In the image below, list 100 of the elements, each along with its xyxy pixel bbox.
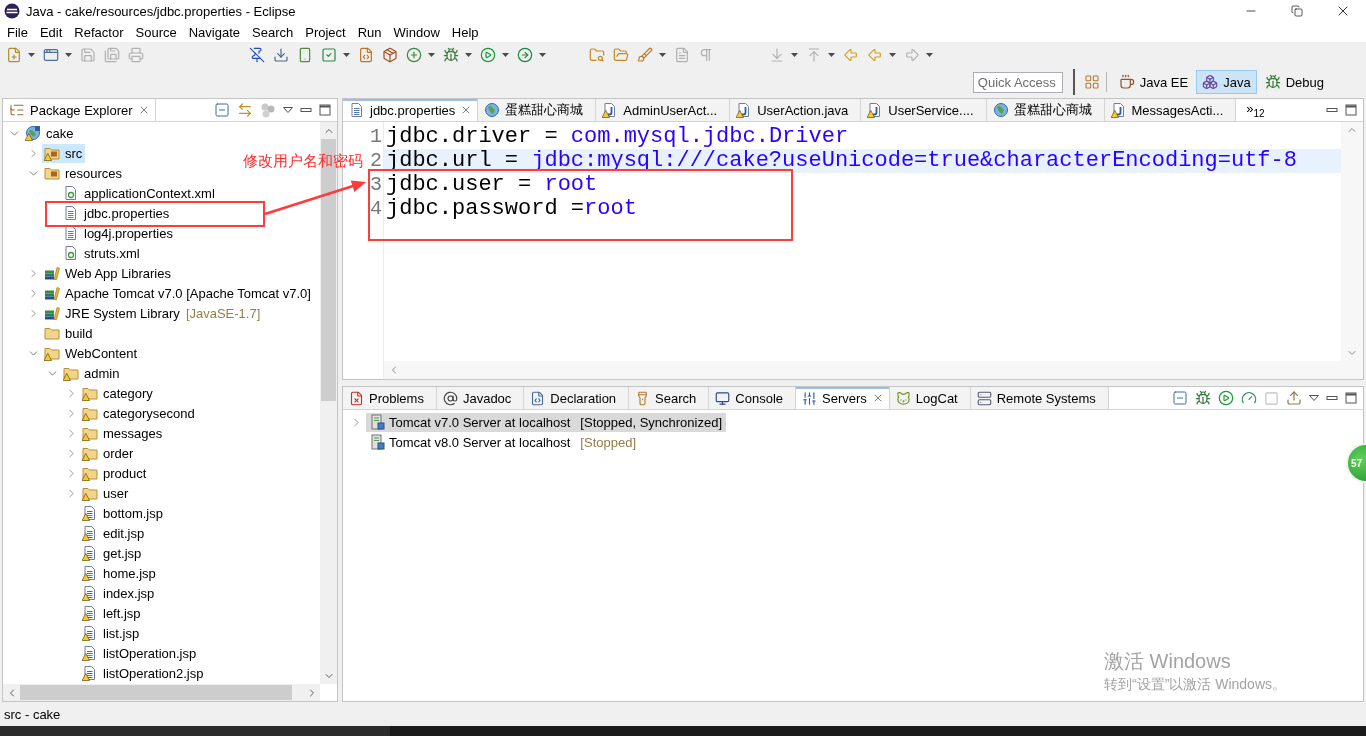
tree-item[interactable]: jdbc.properties — [61, 203, 173, 223]
caret-icon[interactable] — [465, 53, 472, 57]
tree-item[interactable]: src — [42, 143, 86, 163]
vertical-scrollbar[interactable] — [1341, 122, 1363, 361]
tree-item[interactable]: messages — [80, 423, 166, 443]
circles-icon[interactable] — [260, 102, 276, 118]
view-tab[interactable]: Declaration — [524, 387, 630, 409]
tree-item[interactable]: resources — [42, 163, 126, 183]
view-tab[interactable]: Console — [709, 387, 796, 409]
arrow-left-icon — [867, 47, 883, 63]
view-tab[interactable]: Search — [629, 387, 710, 409]
maximize-icon[interactable] — [1345, 392, 1357, 404]
upload-icon[interactable] — [1286, 390, 1302, 406]
tree-item[interactable]: edit.jsp — [80, 523, 148, 543]
menu-item[interactable]: Window — [387, 22, 446, 42]
bug-icon[interactable] — [1195, 390, 1211, 406]
tree-item[interactable]: Web App Libraries — [42, 263, 174, 283]
tree-item[interactable]: bottom.jsp — [80, 503, 166, 523]
perspective-button[interactable]: Debug — [1258, 70, 1330, 94]
editor-tab[interactable]: jdbc.properties — [343, 99, 479, 121]
caret-icon[interactable] — [659, 53, 666, 57]
view-tab[interactable]: Problems — [343, 387, 437, 409]
editor-tab[interactable]: 蛋糕甜心商城 — [478, 99, 597, 121]
cat-icon — [895, 390, 911, 406]
collapse-all-icon[interactable] — [214, 102, 230, 118]
maximize-icon[interactable] — [319, 104, 331, 116]
view-menu-icon[interactable] — [1309, 395, 1319, 401]
menu-item[interactable]: Navigate — [182, 22, 246, 42]
tree-item[interactable]: WebContent — [42, 343, 141, 363]
view-menu-icon[interactable] — [283, 107, 293, 113]
horizontal-scrollbar[interactable] — [384, 361, 1363, 379]
file-error-icon — [349, 390, 364, 406]
menu-item[interactable]: Run — [351, 22, 388, 42]
stop-icon[interactable] — [1264, 390, 1279, 406]
menu-item[interactable]: Refactor — [68, 22, 130, 42]
view-tab[interactable]: Remote Systems — [970, 387, 1109, 409]
tree-item[interactable]: listOperation2.jsp — [80, 663, 207, 683]
new-file-icon — [6, 47, 22, 63]
collapse-all-icon[interactable] — [1172, 390, 1188, 406]
code-file-icon — [530, 390, 546, 406]
tree-item[interactable]: categorysecond — [80, 403, 198, 423]
view-tab[interactable]: Servers — [796, 387, 890, 409]
gauge-icon[interactable] — [1241, 390, 1257, 406]
document-icon — [674, 47, 690, 63]
monitor-icon — [715, 390, 731, 406]
activation-watermark-title: 激活 Windows — [1104, 649, 1231, 674]
code-line: jdbc.driver = com.mysql.jdbc.Driver — [385, 125, 850, 149]
editor-tab[interactable]: UserAction.java — [730, 99, 862, 121]
perspective-button[interactable]: Java — [1196, 70, 1257, 94]
caret-icon[interactable] — [889, 53, 896, 57]
tree-item[interactable]: product — [80, 463, 150, 483]
tree-item[interactable]: left.jsp — [80, 603, 144, 623]
tree-item[interactable]: log4j.properties — [61, 223, 176, 243]
tree-item[interactable]: build — [42, 323, 96, 343]
line-number: 3 — [370, 173, 383, 197]
tree-item[interactable]: index.jsp — [80, 583, 158, 603]
tree-item[interactable]: list.jsp — [80, 623, 143, 643]
menu-item[interactable]: Edit — [33, 22, 69, 42]
caret-icon[interactable] — [28, 53, 35, 57]
play-icon[interactable] — [1218, 390, 1234, 406]
quick-access-field[interactable]: Quick Access — [972, 71, 1063, 93]
maximize-icon[interactable] — [1345, 104, 1357, 116]
tree-item[interactable]: get.jsp — [80, 543, 145, 563]
tree-item[interactable]: JRE System Library [JavaSE-1.7] — [42, 303, 264, 323]
menu-item[interactable]: Search — [246, 22, 300, 42]
editor-tab[interactable]: AdminUserAct... — [596, 99, 731, 121]
perspective-button[interactable]: Java EE — [1112, 70, 1195, 94]
more-tabs-button[interactable]: »$_{12}$ — [1242, 99, 1269, 121]
caret-icon[interactable] — [428, 53, 435, 57]
caret-icon[interactable] — [539, 53, 546, 57]
tree-item[interactable]: category — [80, 383, 156, 403]
editor-tab[interactable]: MessagesActi... — [1104, 99, 1237, 121]
tree-item[interactable]: listOperation.jsp — [80, 643, 200, 663]
view-tab[interactable]: Javadoc — [436, 387, 525, 409]
editor-tab[interactable]: 蛋糕甜心商城 — [986, 99, 1105, 121]
editor-tab[interactable]: UserService.... — [861, 99, 987, 121]
arrow-down-icon — [769, 47, 785, 63]
view-tab[interactable]: LogCat — [889, 387, 971, 409]
two-arrows-icon[interactable] — [237, 102, 253, 118]
tree-item[interactable]: user — [80, 483, 132, 503]
caret-icon[interactable] — [502, 53, 509, 57]
caret-icon[interactable] — [65, 53, 72, 57]
tree-item[interactable]: applicationContext.xml — [61, 183, 218, 203]
caret-icon[interactable] — [343, 53, 350, 57]
menu-item[interactable]: File — [1, 22, 34, 42]
server-item[interactable]: Tomcat v8.0 Server at localhost [Stopped] — [366, 432, 640, 452]
tree-item[interactable]: cake — [23, 123, 77, 143]
coffee-cup-icon — [1118, 74, 1135, 90]
menu-item[interactable]: Source — [129, 22, 183, 42]
printer-icon — [128, 47, 144, 63]
activation-watermark-text: 转到“设置”以激活 Windows。 — [1104, 676, 1286, 694]
server-item[interactable]: Tomcat v7.0 Server at localhost [Stopped, Synchronized] — [366, 412, 726, 432]
tree-item[interactable]: struts.xml — [61, 243, 143, 263]
tree-item[interactable]: Apache Tomcat v7.0 [Apache Tomcat v7.0] — [42, 283, 314, 303]
menu-item[interactable]: Help — [445, 22, 485, 42]
tree-item[interactable]: admin — [61, 363, 123, 383]
menu-item[interactable]: Project — [299, 22, 352, 42]
arrow-right-icon — [904, 47, 920, 63]
tree-item[interactable]: order — [80, 443, 137, 463]
tree-item[interactable]: home.jsp — [80, 563, 159, 583]
